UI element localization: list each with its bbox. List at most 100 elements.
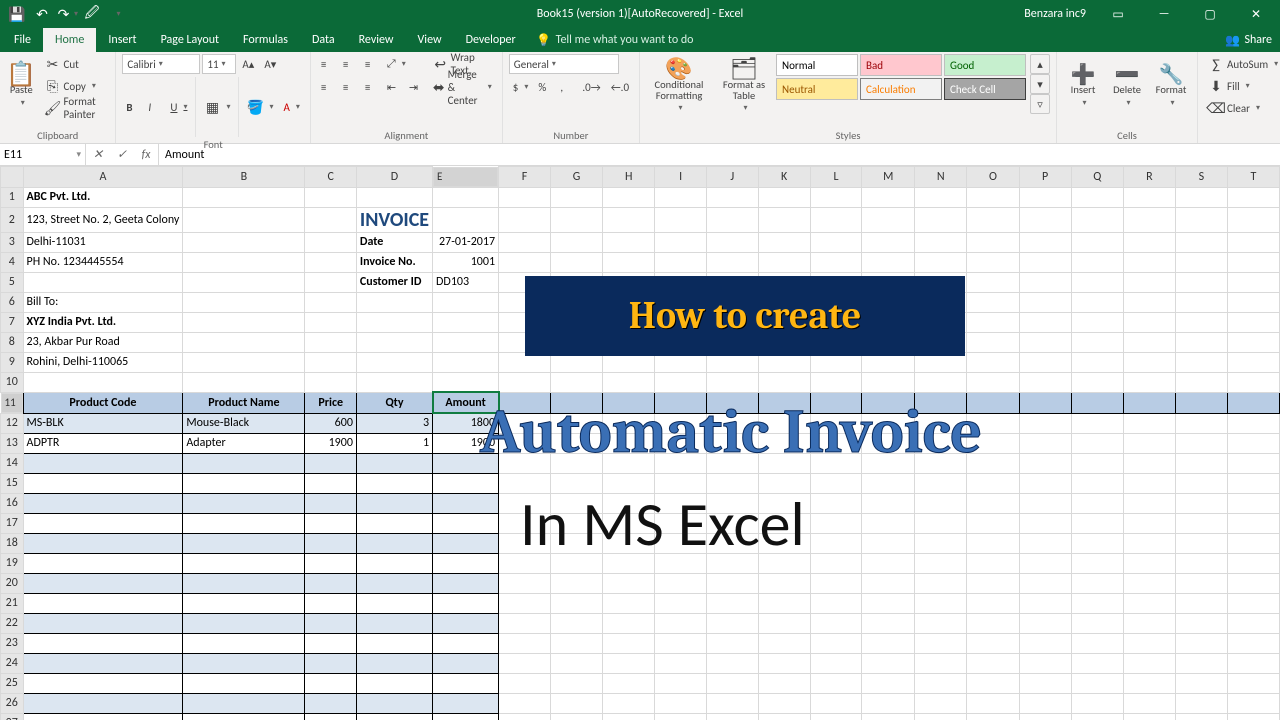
increase-indent-button[interactable]: ⇥ (405, 77, 425, 97)
cell[interactable] (915, 573, 967, 593)
cell[interactable] (1071, 332, 1123, 352)
cell[interactable] (23, 593, 183, 613)
row-header[interactable]: 4 (1, 252, 24, 272)
borders-button[interactable]: ▦ (200, 97, 234, 117)
cell[interactable] (915, 513, 967, 533)
cell[interactable]: 27-01-2017 (433, 232, 499, 252)
cell[interactable] (1071, 593, 1123, 613)
cell[interactable] (1019, 513, 1071, 533)
cell[interactable] (550, 207, 602, 232)
row-header[interactable]: 26 (1, 693, 24, 713)
cell[interactable] (356, 713, 432, 720)
cell[interactable] (23, 473, 183, 493)
cell[interactable] (655, 372, 707, 392)
row-header[interactable]: 10 (1, 372, 24, 392)
cell[interactable] (305, 473, 356, 493)
cell[interactable] (305, 372, 356, 392)
cell[interactable] (1175, 207, 1227, 232)
cell[interactable] (1123, 633, 1175, 653)
cell[interactable] (1019, 633, 1071, 653)
cell[interactable] (23, 372, 183, 392)
cell[interactable] (183, 292, 305, 312)
cell[interactable] (862, 593, 915, 613)
cell[interactable]: PH No. 1234445554 (23, 252, 183, 272)
cell[interactable] (1227, 453, 1279, 473)
cell[interactable] (1123, 473, 1175, 493)
merge-center-button[interactable]: ⬌Merge & Center (429, 77, 496, 97)
font-color-button[interactable]: A (280, 97, 304, 117)
style-neutral[interactable]: Neutral (776, 78, 858, 100)
cell[interactable] (655, 633, 707, 653)
cell[interactable] (1071, 352, 1123, 372)
cell[interactable] (433, 187, 499, 207)
cell[interactable] (550, 693, 602, 713)
cell[interactable] (1071, 433, 1123, 453)
cell[interactable] (183, 473, 305, 493)
cell[interactable] (1227, 352, 1279, 372)
cell[interactable] (1175, 553, 1227, 573)
cell[interactable]: 23, Akbar Pur Road (23, 332, 183, 352)
percent-button[interactable]: % (534, 77, 554, 97)
format-as-table-button[interactable]: 🗂 Format as Table (716, 54, 772, 120)
cell[interactable] (862, 207, 915, 232)
cell[interactable] (862, 493, 915, 513)
row-header[interactable]: 27 (1, 713, 24, 720)
cell[interactable]: ABC Pvt. Ltd. (23, 187, 183, 207)
select-all-corner[interactable] (1, 167, 24, 188)
cell[interactable] (1123, 493, 1175, 513)
cell[interactable]: Mouse-Black (183, 413, 305, 433)
decrease-font-button[interactable]: A▾ (260, 54, 280, 74)
cell[interactable] (655, 573, 707, 593)
cell[interactable] (1123, 272, 1175, 292)
cell[interactable] (1019, 613, 1071, 633)
cell[interactable] (499, 613, 551, 633)
cell[interactable] (915, 252, 967, 272)
cell[interactable] (550, 232, 602, 252)
cell[interactable] (758, 713, 810, 720)
cell[interactable] (1227, 392, 1279, 413)
cell[interactable] (603, 573, 655, 593)
cell[interactable] (1071, 533, 1123, 553)
cell[interactable] (183, 272, 305, 292)
cell[interactable] (1019, 653, 1071, 673)
minimize-button[interactable]: — (1144, 0, 1184, 28)
cell[interactable] (305, 332, 356, 352)
cell[interactable] (550, 573, 602, 593)
font-name-select[interactable]: Calibri (122, 54, 200, 74)
column-header[interactable]: I (655, 167, 707, 188)
cell[interactable] (1123, 433, 1175, 453)
cell[interactable] (23, 573, 183, 593)
cell[interactable] (915, 713, 967, 720)
cell[interactable] (1123, 332, 1175, 352)
cell[interactable] (967, 553, 1019, 573)
cell[interactable] (183, 312, 305, 332)
cell[interactable] (603, 207, 655, 232)
row-header[interactable]: 1 (1, 187, 24, 207)
cell[interactable] (305, 493, 356, 513)
cell[interactable] (356, 187, 432, 207)
cell[interactable] (967, 232, 1019, 252)
cell[interactable] (862, 232, 915, 252)
cell[interactable] (433, 493, 499, 513)
underline-button[interactable]: U (166, 97, 191, 117)
cell[interactable] (550, 613, 602, 633)
cell[interactable] (356, 372, 432, 392)
cell[interactable] (1175, 392, 1227, 413)
cell[interactable] (655, 673, 707, 693)
cell[interactable] (915, 187, 967, 207)
column-header[interactable]: N (915, 167, 967, 188)
cell[interactable] (499, 187, 551, 207)
cell[interactable] (1123, 312, 1175, 332)
cell[interactable]: DD103 (433, 272, 499, 292)
cell[interactable] (1123, 593, 1175, 613)
cell[interactable] (356, 553, 432, 573)
cell[interactable] (1071, 553, 1123, 573)
cell[interactable] (862, 613, 915, 633)
cell[interactable]: Adapter (183, 433, 305, 453)
style-bad[interactable]: Bad (860, 54, 942, 76)
cell[interactable] (356, 653, 432, 673)
cell[interactable] (1175, 573, 1227, 593)
cell[interactable] (967, 513, 1019, 533)
cell[interactable] (433, 633, 499, 653)
cell[interactable] (1123, 553, 1175, 573)
